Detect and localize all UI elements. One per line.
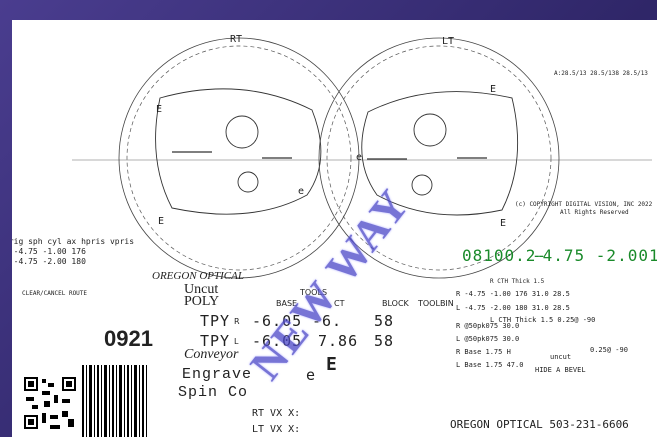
lab-name: OREGON OPTICAL: [152, 270, 244, 282]
footer-lab-phone: OREGON OPTICAL 503-231-6606: [450, 418, 629, 431]
lens-type-material: POLY: [184, 294, 220, 309]
rx-left: L -4.75 -2.00 180: [12, 257, 86, 266]
edge-mark: E: [156, 104, 163, 115]
l-base: L Base 1.75 47.0: [456, 361, 524, 369]
work-ticket: RT LT E E E E e e A:28.5/13 28.5/138 28.…: [12, 20, 657, 437]
rt-vx: RT VX X:: [252, 408, 301, 419]
table-r-row: R -4.75 -1.00 176 31.0 28.5: [456, 290, 570, 298]
ct-thick-header: R CTH Thick 1.5: [490, 278, 545, 285]
tpy-right-tail: 58: [374, 312, 395, 330]
step-conveyor: Conveyor: [184, 347, 239, 362]
edge-mark: e: [298, 186, 305, 197]
tpy-left-tail: 58: [374, 332, 395, 350]
r-prism: R @50pk075 30.0: [456, 322, 520, 330]
job-number: 0921: [104, 326, 153, 351]
qr-code: [22, 375, 78, 431]
step-engrave: Engrave: [182, 366, 253, 383]
tpy-left-side: L: [234, 337, 239, 346]
edge-mark: E: [490, 84, 497, 95]
l-prism: L @50pk075 30.0: [456, 335, 520, 343]
tpy-left-value2: 7.86: [318, 332, 359, 350]
clear-cancel-route: CLEAR/CANCEL ROUTE: [22, 290, 88, 297]
toolbin-header: TOOLBIN: [418, 299, 454, 308]
right-segment-circle: [225, 115, 259, 149]
rx-header: orig sph cyl ax hpris vpris: [12, 237, 135, 246]
tpy-right-side: R: [234, 317, 240, 326]
left-lens-label: LT: [442, 36, 455, 47]
rx-right: R -4.75 -1.00 176: [12, 247, 86, 256]
copyright-line-2: All Rights Reserved: [560, 209, 629, 216]
copyright-line-1: (c) COPYRIGHT DIGITAL VISION, INC 2022: [515, 201, 653, 208]
barcode: [82, 365, 147, 437]
reference-code: A:28.5/13 28.5/138 28.5/13: [554, 70, 648, 77]
lt-vx: LT VX X:: [252, 424, 301, 435]
tpy-right-label: TPY: [200, 312, 231, 330]
hide-a-bevel: HIDE A BEVEL: [535, 366, 586, 374]
edge-mark: e: [356, 152, 363, 163]
left-segment-circle: [413, 113, 447, 147]
edge-mark: E: [158, 216, 165, 227]
right-lens-label: RT: [230, 34, 243, 45]
r-base: R Base 1.75 H: [456, 348, 511, 356]
step-spin-coat: Spin Co: [178, 384, 249, 401]
e-mark: E: [326, 354, 337, 375]
table-l-row: L -4.75 -2.00 180 31.0 28.5: [456, 304, 570, 312]
block-header: BLOCK: [382, 299, 409, 308]
right-lens-outer-circle: [118, 37, 360, 279]
step-engrave-tail: e: [306, 366, 317, 384]
base-right-value: 0.25@ -90: [590, 346, 628, 354]
green-value-right: -4.75 -2.00180: [532, 246, 657, 265]
right-lens-dashed-circle: [126, 45, 352, 271]
uncut-label: uncut: [550, 353, 572, 361]
edge-mark: E: [500, 218, 507, 229]
